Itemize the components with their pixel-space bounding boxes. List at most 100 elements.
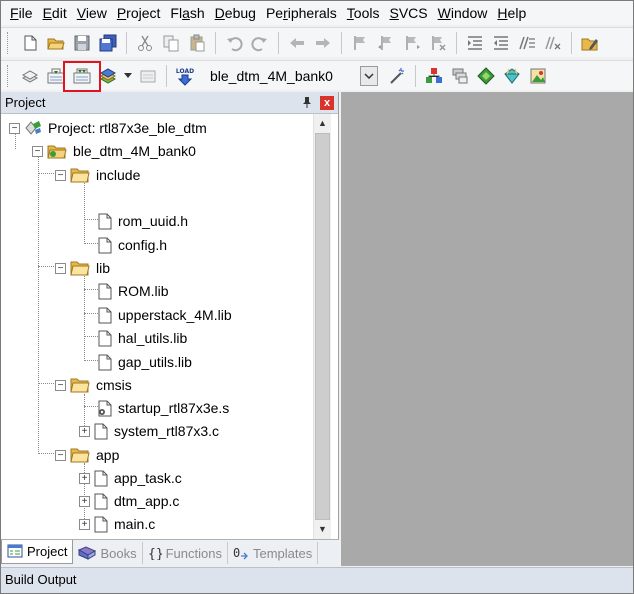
tree-file-dtm-app[interactable]: + dtm_app.c bbox=[79, 491, 179, 511]
target-select-dropdown[interactable] bbox=[360, 65, 378, 86]
menu-view[interactable]: View bbox=[72, 1, 112, 25]
project-panel-title: Project bbox=[5, 95, 46, 110]
new-file-button[interactable] bbox=[19, 32, 41, 54]
navigate-forward-button[interactable] bbox=[312, 32, 334, 54]
stop-build-button[interactable] bbox=[137, 65, 159, 87]
tab-functions[interactable]: {} Functions bbox=[143, 542, 228, 564]
tree-group-lib[interactable]: − lib bbox=[55, 258, 110, 278]
bookmark-prev-icon bbox=[378, 35, 391, 50]
file-label: app_task.c bbox=[114, 470, 182, 486]
tab-templates[interactable]: 0 Templates bbox=[228, 542, 319, 564]
batch-build-dropdown[interactable] bbox=[123, 65, 133, 87]
tree-group-app[interactable]: − app bbox=[55, 445, 119, 465]
tree-file-upperstack[interactable]: upperstack_4M.lib bbox=[98, 305, 232, 325]
expand-toggle[interactable]: + bbox=[79, 472, 90, 484]
folder-open-icon bbox=[70, 447, 90, 463]
pin-icon[interactable] bbox=[300, 96, 314, 110]
save-button[interactable] bbox=[71, 32, 93, 54]
target-options-button[interactable] bbox=[386, 65, 408, 87]
bookmark-next-icon bbox=[406, 35, 420, 50]
project-panel: Project x − Project: rtl87x3e_ble_dtm − … bbox=[1, 92, 339, 566]
scroll-thumb[interactable] bbox=[315, 133, 330, 520]
find-in-files-button[interactable] bbox=[579, 32, 601, 54]
insert-bookmark-button[interactable] bbox=[349, 32, 371, 54]
tree-file-startup[interactable]: startup_rtl87x3e.s bbox=[98, 398, 229, 418]
clear-bookmarks-button[interactable] bbox=[427, 32, 449, 54]
tree-scrollbar[interactable]: ▲ ▼ bbox=[313, 114, 331, 539]
tree-file-app-task[interactable]: + app_task.c bbox=[79, 468, 182, 488]
pack-installer-button[interactable] bbox=[501, 65, 523, 87]
paste-button[interactable] bbox=[186, 32, 208, 54]
menu-svcs[interactable]: SVCS bbox=[384, 1, 432, 25]
indent-button[interactable] bbox=[464, 32, 486, 54]
build-button[interactable] bbox=[45, 65, 67, 87]
tree-file-main[interactable]: + main.c bbox=[79, 514, 155, 534]
menu-project[interactable]: Project bbox=[112, 1, 166, 25]
menu-file[interactable]: File bbox=[5, 1, 38, 25]
file-icon bbox=[98, 354, 112, 371]
pack-installer-icon bbox=[504, 67, 520, 84]
expand-toggle[interactable]: + bbox=[79, 425, 90, 437]
expand-toggle[interactable]: + bbox=[79, 518, 90, 530]
cut-button[interactable] bbox=[134, 32, 156, 54]
navigate-back-button[interactable] bbox=[286, 32, 308, 54]
uncomment-icon bbox=[545, 36, 561, 49]
collapse-toggle[interactable]: − bbox=[55, 449, 66, 461]
scroll-up-button[interactable]: ▲ bbox=[314, 114, 331, 131]
menu-debug[interactable]: Debug bbox=[210, 1, 261, 25]
menu-edit[interactable]: Edit bbox=[38, 1, 72, 25]
expand-toggle[interactable]: + bbox=[79, 495, 90, 507]
toolbar-grip[interactable] bbox=[7, 31, 11, 54]
tab-books[interactable]: Books bbox=[73, 542, 143, 564]
standard-toolbar bbox=[1, 27, 633, 57]
manage-project-items-button[interactable] bbox=[423, 65, 445, 87]
collapse-toggle[interactable]: − bbox=[9, 122, 20, 134]
unindent-button[interactable] bbox=[490, 32, 512, 54]
redo-button[interactable] bbox=[249, 32, 271, 54]
tab-project[interactable]: Project bbox=[1, 539, 74, 564]
undo-button[interactable] bbox=[223, 32, 245, 54]
scroll-down-button[interactable]: ▼ bbox=[314, 520, 331, 537]
tree-line bbox=[38, 383, 54, 384]
copy-button[interactable] bbox=[160, 32, 182, 54]
close-panel-button[interactable]: x bbox=[320, 95, 334, 110]
save-all-button[interactable] bbox=[97, 32, 119, 54]
toolbar-grip[interactable] bbox=[7, 64, 11, 87]
menu-tools[interactable]: Tools bbox=[342, 1, 385, 25]
tree-file-rom-lib[interactable]: ROM.lib bbox=[98, 281, 169, 301]
tree-target[interactable]: − ble_dtm_4M_bank0 bbox=[32, 141, 196, 161]
tree-group-include[interactable]: − include bbox=[55, 165, 140, 185]
tree-file-system[interactable]: + system_rtl87x3.c bbox=[79, 421, 219, 441]
collapse-toggle[interactable]: − bbox=[55, 169, 66, 181]
download-button[interactable]: LOAD bbox=[174, 65, 196, 87]
tree-file-config[interactable]: config.h bbox=[98, 235, 167, 255]
translate-icon bbox=[21, 69, 39, 83]
target-select-value[interactable]: ble_dtm_4M_bank0 bbox=[204, 65, 360, 87]
menu-peripherals[interactable]: Peripherals bbox=[261, 1, 342, 25]
rebuild-button[interactable] bbox=[71, 65, 93, 87]
tree-group-cmsis[interactable]: − cmsis bbox=[55, 375, 132, 395]
next-bookmark-button[interactable] bbox=[401, 32, 423, 54]
open-file-button[interactable] bbox=[45, 32, 67, 54]
tree-file-rom-uuid[interactable]: rom_uuid.h bbox=[98, 211, 188, 231]
translate-button[interactable] bbox=[19, 65, 41, 87]
manage-components-button[interactable] bbox=[527, 65, 549, 87]
manage-rte-button[interactable] bbox=[475, 65, 497, 87]
editor-area[interactable] bbox=[341, 92, 633, 566]
menu-flash[interactable]: Flash bbox=[165, 1, 209, 25]
menu-help[interactable]: Help bbox=[492, 1, 531, 25]
tree-file-gap-utils[interactable]: gap_utils.lib bbox=[98, 352, 192, 372]
collapse-toggle[interactable]: − bbox=[55, 379, 66, 391]
select-packs-button[interactable] bbox=[449, 65, 471, 87]
batch-build-button[interactable] bbox=[97, 65, 119, 87]
build-output-header[interactable]: Build Output bbox=[1, 567, 633, 593]
comment-button[interactable] bbox=[516, 32, 538, 54]
collapse-toggle[interactable]: − bbox=[32, 145, 43, 157]
collapse-toggle[interactable]: − bbox=[55, 262, 66, 274]
target-select[interactable]: ble_dtm_4M_bank0 bbox=[204, 65, 384, 87]
previous-bookmark-button[interactable] bbox=[375, 32, 397, 54]
menu-window[interactable]: Window bbox=[433, 1, 493, 25]
tree-file-hal-utils[interactable]: hal_utils.lib bbox=[98, 328, 187, 348]
tree-root-project[interactable]: − Project: rtl87x3e_ble_dtm bbox=[9, 118, 207, 138]
uncomment-button[interactable] bbox=[542, 32, 564, 54]
